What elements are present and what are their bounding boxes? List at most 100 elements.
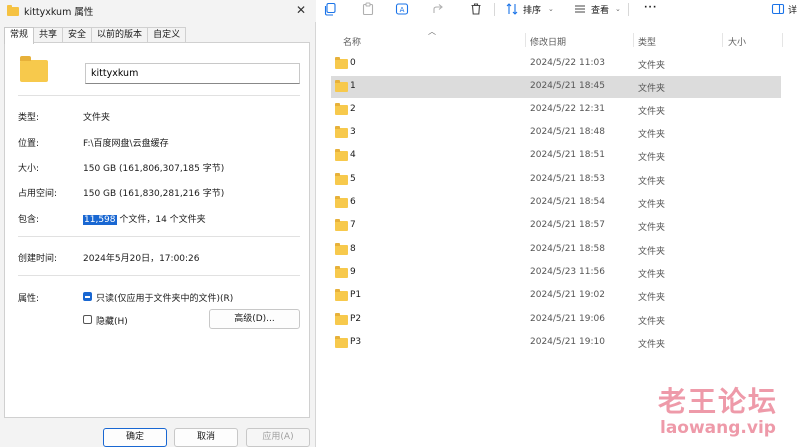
file-row[interactable]: P3 2024/5/21 19:10 文件夹 (331, 332, 781, 354)
toolbar-divider (494, 3, 495, 16)
watermark: 老王论坛 laowang.vip (658, 380, 778, 438)
file-modified: 2024/5/21 18:54 (530, 197, 605, 207)
tab-customize[interactable]: 自定义 (147, 27, 187, 43)
apply-button[interactable]: 应用(A) (246, 428, 310, 447)
details-pane-icon[interactable] (770, 1, 786, 17)
view-icon[interactable] (572, 1, 588, 17)
disk-size-label: 占用空间: (18, 189, 58, 199)
file-type: 文件夹 (638, 247, 666, 257)
file-type: 文件夹 (638, 84, 666, 94)
file-name: 6 (350, 197, 356, 207)
folder-icon (335, 103, 348, 115)
explorer-toolbar: A 排序 ⌄ 查看 ⌄ ··· 详 (316, 0, 800, 20)
file-type: 文件夹 (638, 270, 666, 280)
folder-icon (335, 149, 348, 161)
hidden-checkbox[interactable] (83, 315, 92, 324)
file-row[interactable]: 5 2024/5/21 18:53 文件夹 (331, 169, 781, 191)
divider (18, 236, 300, 237)
file-name: 0 (350, 58, 356, 68)
file-type: 文件夹 (638, 130, 666, 140)
file-row[interactable]: 2 2024/5/22 12:31 文件夹 (331, 99, 781, 121)
folder-icon (335, 289, 348, 301)
contains-value: 11,598 个文件，14 个文件夹 (83, 212, 206, 225)
file-type: 文件夹 (638, 153, 666, 163)
file-modified: 2024/5/21 18:45 (530, 81, 605, 91)
advanced-button[interactable]: 高级(D)... (209, 309, 300, 329)
file-row[interactable]: 0 2024/5/22 11:03 文件夹 (331, 53, 781, 75)
more-options-icon[interactable]: ··· (644, 3, 657, 13)
file-type: 文件夹 (638, 61, 666, 71)
tab-previous-versions[interactable]: 以前的版本 (91, 27, 149, 43)
ok-button[interactable]: 确定 (103, 428, 167, 447)
file-count-selected[interactable]: 11,598 (83, 215, 117, 225)
file-row[interactable]: 8 2024/5/21 18:58 文件夹 (331, 239, 781, 261)
watermark-url: laowang.vip (660, 418, 776, 438)
file-modified: 2024/5/21 19:10 (530, 337, 605, 347)
folder-icon (335, 173, 348, 185)
tab-security[interactable]: 安全 (62, 27, 93, 43)
type-label: 类型: (18, 113, 40, 123)
rename-icon[interactable]: A (394, 1, 410, 17)
svg-text:A: A (400, 6, 405, 14)
watermark-title: 老王论坛 (657, 385, 778, 418)
folder-name-input[interactable] (85, 63, 300, 84)
tab-sharing[interactable]: 共享 (33, 27, 64, 43)
column-modified[interactable]: 修改日期 (530, 35, 566, 48)
file-name: 4 (350, 150, 356, 160)
file-row[interactable]: 3 2024/5/21 18:48 文件夹 (331, 122, 781, 144)
file-name: 8 (350, 244, 356, 254)
file-row[interactable]: 1 2024/5/21 18:45 文件夹 (331, 76, 781, 98)
file-name: 9 (350, 267, 356, 277)
file-row[interactable]: 7 2024/5/21 18:57 文件夹 (331, 215, 781, 237)
column-headers: 名称 修改日期 类型 大小 (316, 30, 800, 50)
close-icon[interactable]: ✕ (293, 2, 309, 18)
paste-icon[interactable] (360, 1, 376, 17)
file-row[interactable]: 4 2024/5/21 18:51 文件夹 (331, 145, 781, 167)
toolbar-divider (628, 3, 629, 16)
file-modified: 2024/5/22 11:03 (530, 58, 605, 68)
contains-rest: 个文件，14 个文件夹 (116, 215, 206, 225)
file-name: P2 (350, 314, 362, 324)
readonly-checkbox[interactable] (83, 292, 92, 301)
created-label: 创建时间: (18, 254, 58, 264)
delete-icon[interactable] (468, 1, 484, 17)
sort-icon[interactable] (504, 1, 520, 17)
file-type: 文件夹 (638, 200, 666, 210)
file-modified: 2024/5/21 18:53 (530, 174, 605, 184)
dialog-titlebar: kittyxkum 属性 (0, 0, 316, 22)
file-name: 5 (350, 174, 356, 184)
divider (18, 275, 300, 276)
column-divider[interactable] (782, 33, 783, 47)
column-size[interactable]: 大小 (728, 35, 746, 48)
file-type: 文件夹 (638, 317, 666, 327)
share-icon[interactable] (430, 1, 446, 17)
created-value: 2024年5月20日，17:00:26 (83, 254, 200, 264)
column-divider[interactable] (525, 33, 526, 47)
sort-button[interactable]: 排序 (523, 3, 541, 16)
file-type: 文件夹 (638, 223, 666, 233)
file-modified: 2024/5/23 11:56 (530, 267, 605, 277)
file-row[interactable]: P1 2024/5/21 19:02 文件夹 (331, 285, 781, 307)
type-value: 文件夹 (83, 113, 111, 123)
file-modified: 2024/5/21 18:57 (530, 220, 605, 230)
column-type[interactable]: 类型 (638, 35, 656, 48)
file-row[interactable]: P2 2024/5/21 19:06 文件夹 (331, 309, 781, 331)
file-modified: 2024/5/21 18:58 (530, 244, 605, 254)
tab-general[interactable]: 常规 (4, 27, 35, 44)
readonly-label: 只读(仅应用于文件夹中的文件)(R) (96, 294, 234, 304)
divider (18, 95, 300, 96)
file-name: 3 (350, 127, 356, 137)
file-type: 文件夹 (638, 293, 666, 303)
copy-icon[interactable] (322, 1, 338, 17)
folder-icon (335, 243, 348, 255)
column-name[interactable]: 名称 (343, 35, 361, 48)
details-pane-label[interactable]: 详 (788, 3, 797, 16)
file-modified: 2024/5/21 18:48 (530, 127, 605, 137)
column-divider[interactable] (722, 33, 723, 47)
view-button[interactable]: 查看 (591, 3, 609, 16)
file-row[interactable]: 9 2024/5/23 11:56 文件夹 (331, 262, 781, 284)
disk-size-value: 150 GB (161,830,281,216 字节) (83, 189, 225, 199)
column-divider[interactable] (633, 33, 634, 47)
file-row[interactable]: 6 2024/5/21 18:54 文件夹 (331, 192, 781, 214)
cancel-button[interactable]: 取消 (174, 428, 238, 447)
